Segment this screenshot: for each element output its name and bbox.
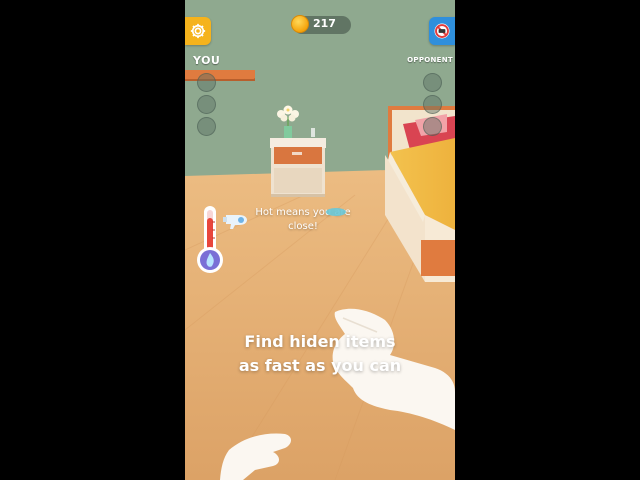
player-item-slot: [197, 95, 216, 114]
instruction-line-2: as fast as you can: [238, 356, 402, 375]
player-item-slot: [197, 73, 216, 92]
player-label: YOU: [193, 54, 221, 67]
hair-dryer-icon: [223, 215, 247, 229]
gear-icon: [190, 23, 206, 39]
hidden-item[interactable]: [325, 205, 347, 219]
opponent-item-slot: [423, 95, 442, 114]
no-ads-button[interactable]: [429, 17, 455, 45]
instruction-text: Find hiden items as fast as you can: [225, 330, 415, 378]
opponent-item-slot: [423, 117, 442, 136]
settings-button[interactable]: [185, 17, 211, 45]
coin-count: 217: [313, 17, 336, 30]
no-ads-icon: [434, 23, 450, 39]
player-item-slot: [197, 117, 216, 136]
nightstand: [270, 138, 326, 197]
instruction-line-1: Find hiden items: [244, 332, 396, 351]
player-progress-bar: [185, 71, 255, 79]
opponent-label: OPPONENT: [407, 56, 453, 64]
game-viewport[interactable]: 217 YOU OPPONENT Hot means you are close…: [185, 0, 455, 480]
opponent-item-slot: [423, 73, 442, 92]
coin-icon: [291, 15, 309, 33]
